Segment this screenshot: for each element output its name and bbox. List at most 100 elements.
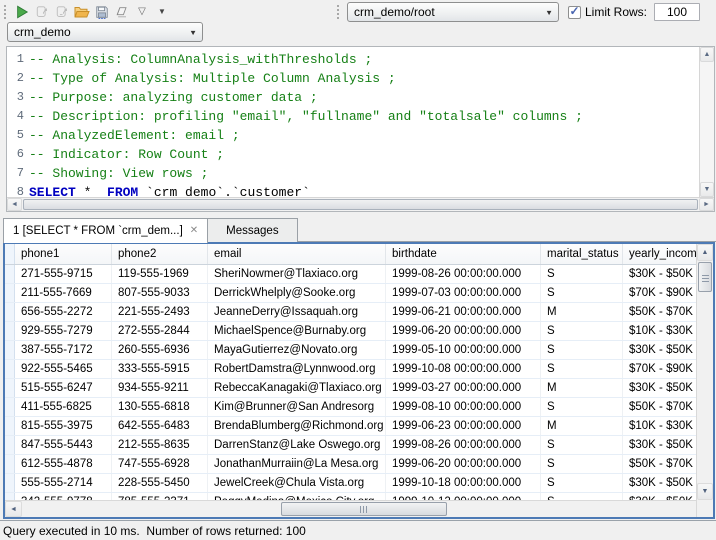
sql-line: 6 -- Indicator: Row Count ;: [7, 145, 699, 164]
cell-phone1: 271-555-9715: [15, 265, 112, 283]
line-number: 8: [7, 183, 29, 197]
connection-selector[interactable]: crm_demo ▼: [7, 22, 203, 42]
table-corner: [5, 244, 15, 264]
row-header[interactable]: [5, 322, 15, 340]
column-header[interactable]: phone1: [15, 244, 112, 264]
cell-phone1: 342-555-9778: [15, 493, 112, 500]
line-number: 5: [7, 126, 29, 145]
limit-rows-input[interactable]: [654, 3, 700, 21]
scroll-down-icon[interactable]: ▼: [697, 483, 713, 500]
table-row[interactable]: 612-555-4878 747-555-6928 JonathanMurrai…: [5, 455, 696, 474]
connection-selector-value: crm_demo: [14, 25, 71, 39]
table-row[interactable]: 656-555-2272 221-555-2493 JeanneDerry@Is…: [5, 303, 696, 322]
row-header[interactable]: [5, 455, 15, 473]
cell-marital-status: S: [541, 436, 623, 454]
table-hscroll-thumb[interactable]: [281, 502, 447, 516]
line-number: 7: [7, 164, 29, 183]
column-header[interactable]: phone2: [112, 244, 208, 264]
row-header[interactable]: [5, 436, 15, 454]
tab-result-1-label: 1 [SELECT * FROM `crm_dem...]: [13, 225, 183, 237]
cell-phone2: 934-555-9211: [112, 379, 208, 397]
editor-dropdown-open-button[interactable]: ▽: [132, 3, 152, 21]
row-header[interactable]: [5, 341, 15, 359]
cell-yearly-income: $30K - $50K: [623, 341, 696, 359]
tab-result-1[interactable]: 1 [SELECT * FROM `crm_dem...] ✕: [3, 218, 208, 243]
cell-birthdate: 1999-08-26 00:00:00.000: [386, 265, 541, 283]
run-query-button[interactable]: [12, 3, 32, 21]
cell-phone2: 272-555-2844: [112, 322, 208, 340]
cell-email: DarrenStanz@Lake Oswego.org: [208, 436, 386, 454]
table-row[interactable]: 387-555-7172 260-555-6936 MayaGutierrez@…: [5, 341, 696, 360]
table-row[interactable]: 342-555-9778 785-555-2371 PeggyMedina@Me…: [5, 493, 696, 500]
column-header[interactable]: birthdate: [386, 244, 541, 264]
sql-editor: 1 -- Analysis: ColumnAnalysis_withThresh…: [6, 46, 715, 212]
tab-messages[interactable]: Messages: [208, 218, 297, 242]
checkmark-icon: ✓: [569, 5, 579, 17]
scroll-up-icon[interactable]: ▲: [697, 244, 713, 261]
column-header[interactable]: yearly_income: [623, 244, 696, 264]
row-header[interactable]: [5, 379, 15, 397]
column-header[interactable]: email: [208, 244, 386, 264]
sql-comment-lines: 1 -- Analysis: ColumnAnalysis_withThresh…: [7, 50, 699, 183]
scroll-right-icon[interactable]: ►: [699, 198, 714, 211]
editor-hscroll-thumb[interactable]: [23, 199, 698, 210]
save-button[interactable]: [92, 3, 112, 21]
cell-birthdate: 1999-07-03 00:00:00.000: [386, 284, 541, 302]
table-row[interactable]: 211-555-7669 807-555-9033 DerrickWhelply…: [5, 284, 696, 303]
column-header[interactable]: marital_status: [541, 244, 623, 264]
table-row[interactable]: 815-555-3975 642-555-6483 BrendaBlumberg…: [5, 417, 696, 436]
cell-yearly-income: $30K - $50K: [623, 493, 696, 500]
toolbar-grip-right[interactable]: [337, 5, 342, 19]
row-header[interactable]: [5, 474, 15, 492]
cell-yearly-income: $70K - $90K: [623, 284, 696, 302]
limit-rows-checkbox[interactable]: ✓: [568, 6, 581, 19]
row-header[interactable]: [5, 360, 15, 378]
scroll-left-icon[interactable]: ◄: [5, 501, 22, 517]
run-prepared-icon: [35, 5, 50, 19]
scroll-down-icon[interactable]: ▼: [700, 182, 714, 197]
run-prepared-button-disabled: [32, 3, 52, 21]
cell-birthdate: 1999-10-12 00:00:00.000: [386, 493, 541, 500]
sql-code-area[interactable]: 1 -- Analysis: ColumnAnalysis_withThresh…: [7, 47, 699, 197]
results-table-viewport: phone1phone2emailbirthdatemarital_status…: [5, 244, 696, 500]
cell-birthdate: 1999-06-23 00:00:00.000: [386, 417, 541, 435]
cell-birthdate: 1999-08-10 00:00:00.000: [386, 398, 541, 416]
row-header[interactable]: [5, 398, 15, 416]
clear-editor-button[interactable]: [112, 3, 132, 21]
cell-phone1: 555-555-2714: [15, 474, 112, 492]
table-header-row: phone1phone2emailbirthdatemarital_status…: [5, 244, 696, 265]
sql-line: 1 -- Analysis: ColumnAnalysis_withThresh…: [7, 50, 699, 69]
toolbar-grip[interactable]: [4, 5, 9, 19]
editor-dropdown-menu-button[interactable]: ▼: [152, 3, 172, 21]
table-row[interactable]: 929-555-7279 272-555-2844 MichaelSpence@…: [5, 322, 696, 341]
scroll-left-icon[interactable]: ◄: [7, 198, 22, 211]
context-selector[interactable]: crm_demo/root ▼: [347, 2, 559, 22]
sql-line: 7 -- Showing: View rows ;: [7, 164, 699, 183]
cell-marital-status: S: [541, 265, 623, 283]
close-icon[interactable]: ✕: [190, 226, 198, 236]
table-row[interactable]: 411-555-6825 130-555-6818 Kim@Brunner@Sa…: [5, 398, 696, 417]
cell-phone2: 130-555-6818: [112, 398, 208, 416]
cell-phone1: 656-555-2272: [15, 303, 112, 321]
table-horizontal-scrollbar: ◄: [5, 500, 696, 517]
cell-email: JeanneDerry@Issaquah.org: [208, 303, 386, 321]
cell-phone2: 119-555-1969: [112, 265, 208, 283]
open-folder-icon: [74, 5, 90, 19]
row-header[interactable]: [5, 265, 15, 283]
results-table-main: phone1phone2emailbirthdatemarital_status…: [5, 244, 696, 517]
table-row[interactable]: 922-555-5465 333-555-5915 RobertDamstra@…: [5, 360, 696, 379]
cell-yearly-income: $30K - $50K: [623, 265, 696, 283]
open-file-button[interactable]: [72, 3, 92, 21]
table-row[interactable]: 847-555-5443 212-555-8635 DarrenStanz@La…: [5, 436, 696, 455]
status-text: Query executed in 10 ms. Number of rows …: [3, 524, 306, 538]
table-vscroll-thumb[interactable]: [698, 262, 712, 292]
scroll-up-icon[interactable]: ▲: [700, 47, 714, 62]
row-header[interactable]: [5, 284, 15, 302]
row-header[interactable]: [5, 417, 15, 435]
table-row[interactable]: 555-555-2714 228-555-5450 JewelCreek@Chu…: [5, 474, 696, 493]
table-row[interactable]: 271-555-9715 119-555-1969 SheriNowmer@Tl…: [5, 265, 696, 284]
row-header[interactable]: [5, 493, 15, 500]
sql-line: 5 -- AnalyzedElement: email ;: [7, 126, 699, 145]
row-header[interactable]: [5, 303, 15, 321]
table-row[interactable]: 515-555-6247 934-555-9211 RebeccaKanagak…: [5, 379, 696, 398]
